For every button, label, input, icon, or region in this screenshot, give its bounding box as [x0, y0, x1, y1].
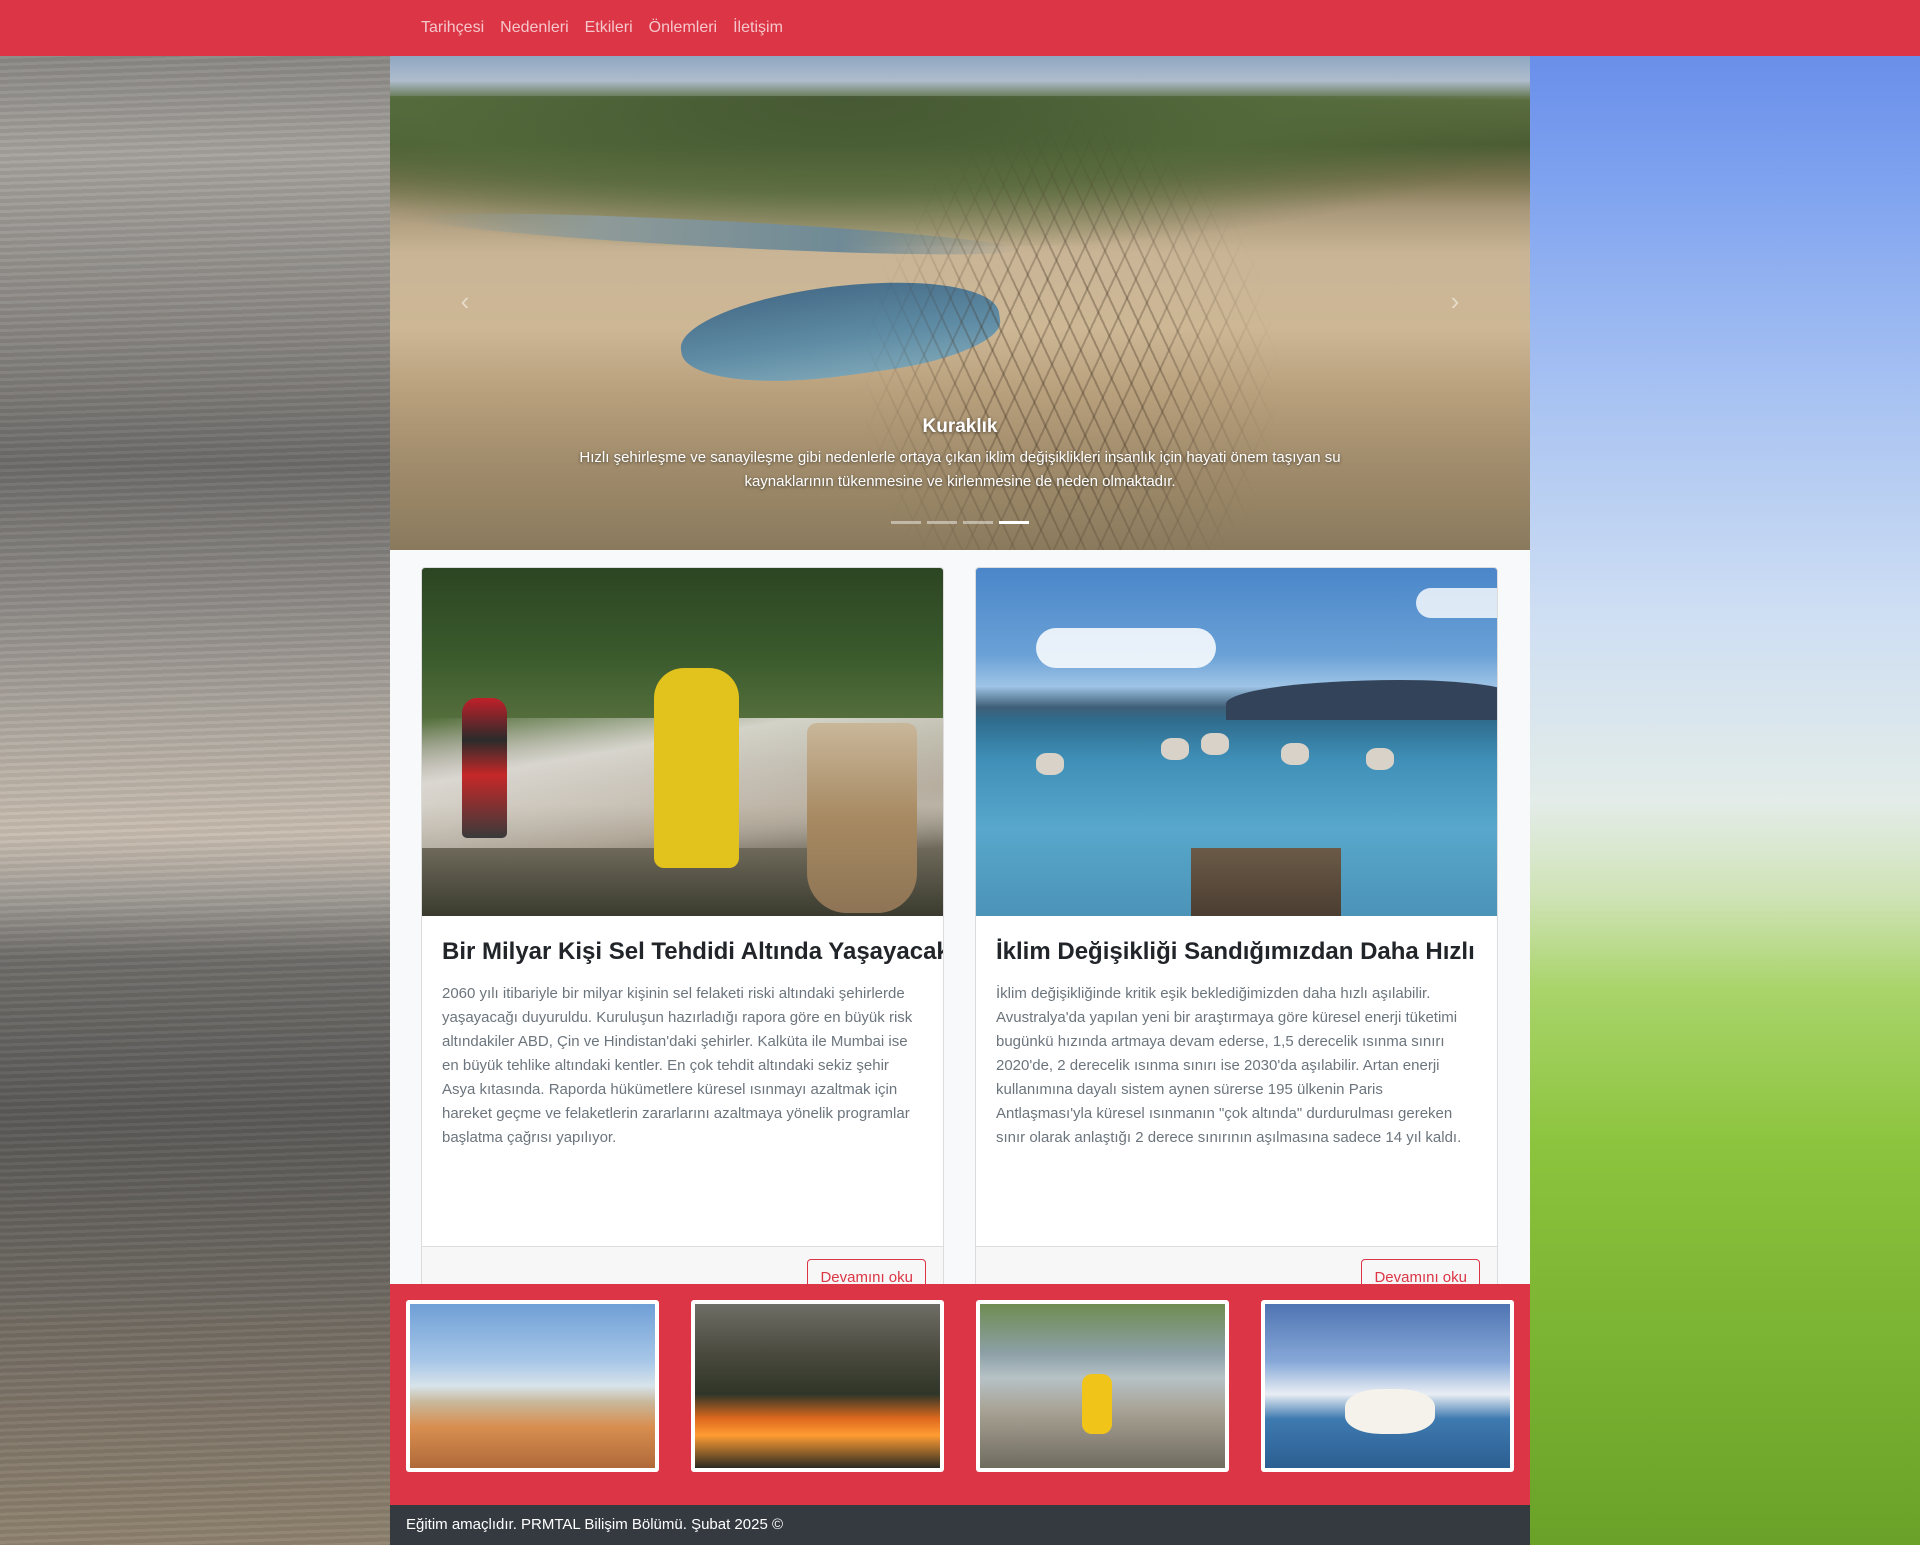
carousel-indicator-4[interactable] — [999, 521, 1029, 524]
navbar: Tarihçesi Nedenleri Etkileri Önlemleri İ… — [0, 0, 1920, 56]
card-title: İklim Değişikliği Sandığımızdan Daha Hız… — [996, 938, 1475, 965]
carousel-next-button[interactable]: › — [1440, 286, 1470, 316]
image-dog — [1366, 748, 1394, 770]
carousel-caption-title: Kuraklık — [922, 416, 998, 437]
card-image-sled-dogs — [976, 568, 1497, 916]
flood-waterfall — [807, 723, 917, 913]
chevron-left-icon: ‹ — [460, 286, 470, 316]
gallery-thumb-wildfire[interactable] — [691, 1300, 944, 1472]
image-cloud — [1036, 628, 1216, 668]
carousel: ‹ › Kuraklık Hızlı şehirleşme ve sanayil… — [390, 56, 1530, 550]
image-dog — [1201, 733, 1229, 755]
flood-person-yellow — [654, 668, 739, 868]
gallery-thumb-polar-bear[interactable] — [1261, 1300, 1514, 1472]
page-footer: Eğitim amaçlıdır. PRMTAL Bilişim Bölümü.… — [390, 1505, 1530, 1545]
nav-link-nedenleri[interactable]: Nedenleri — [500, 19, 568, 37]
carousel-indicator-3[interactable] — [963, 521, 993, 524]
thumb-polar-bear — [1345, 1389, 1435, 1434]
flood-person-red — [462, 698, 507, 838]
image-gallery — [390, 1284, 1530, 1505]
card-text: 2060 yılı itibariyle bir milyar kişinin … — [442, 985, 913, 1146]
news-card-climate: İklim Değişikliği Sandığımızdan Daha Hız… — [975, 567, 1498, 1308]
image-dog — [1036, 753, 1064, 775]
image-cloud — [1416, 588, 1497, 618]
thumb-image-flood — [980, 1304, 1225, 1468]
nav-link-tarihcesi[interactable]: Tarihçesi — [421, 19, 484, 37]
nav-links: Tarihçesi Nedenleri Etkileri Önlemleri İ… — [421, 0, 799, 56]
nav-link-etkileri[interactable]: Etkileri — [585, 19, 633, 37]
main-container: ‹ › Kuraklık Hızlı şehirleşme ve sanayil… — [390, 56, 1530, 1545]
thumb-child-raincoat — [1082, 1374, 1112, 1434]
thumb-image-polar-bear — [1265, 1304, 1510, 1468]
carousel-indicator-1[interactable] — [891, 521, 921, 524]
nav-link-iletisim[interactable]: İletişim — [733, 19, 783, 37]
thumb-image-wildfire — [695, 1304, 940, 1468]
carousel-indicator-2[interactable] — [927, 521, 957, 524]
image-mountain — [1226, 680, 1497, 720]
card-image-flood — [422, 568, 943, 916]
image-dog — [1161, 738, 1189, 760]
chevron-right-icon: › — [1450, 286, 1460, 316]
image-sled — [1191, 848, 1341, 916]
news-card-flood: Bir Milyar Kişi Sel Tehdidi Altında Yaşa… — [421, 567, 944, 1308]
card-body: İklim Değişikliği Sandığımızdan Daha Hız… — [996, 936, 1479, 1150]
carousel-indicators — [390, 521, 1530, 524]
card-text: İklim değişikliğinde kritik eşik bekledi… — [996, 985, 1462, 1146]
card-title: Bir Milyar Kişi Sel Tehdidi Altında Yaşa… — [442, 938, 944, 965]
gallery-thumb-flood[interactable] — [976, 1300, 1229, 1472]
nav-link-onlemleri[interactable]: Önlemleri — [649, 19, 717, 37]
thumb-image-drought — [410, 1304, 655, 1468]
image-dog — [1281, 743, 1309, 765]
gallery-thumb-drought[interactable] — [406, 1300, 659, 1472]
carousel-prev-button[interactable]: ‹ — [450, 286, 480, 316]
carousel-caption: Kuraklık Hızlı şehirleşme ve sanayileşme… — [560, 416, 1360, 494]
card-body: Bir Milyar Kişi Sel Tehdidi Altında Yaşa… — [442, 936, 944, 1150]
carousel-caption-text: Hızlı şehirleşme ve sanayileşme gibi ned… — [579, 449, 1341, 490]
